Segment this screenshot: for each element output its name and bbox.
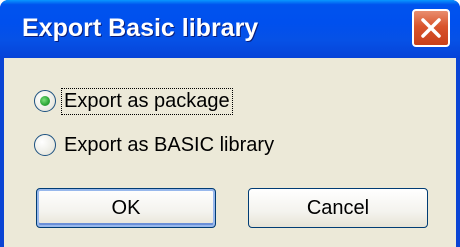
option-export-as-package[interactable]: Export as package [34, 84, 233, 118]
dialog-body: Export as package Export as BASIC librar… [4, 58, 456, 247]
option-export-as-basic-library[interactable]: Export as BASIC library [34, 128, 276, 162]
radio-export-as-basic-library[interactable] [34, 134, 56, 156]
close-button[interactable] [412, 9, 450, 47]
cancel-button[interactable]: Cancel [248, 188, 428, 228]
close-icon [421, 18, 441, 38]
dialog-title: Export Basic library [22, 14, 259, 42]
title-bar[interactable]: Export Basic library [0, 0, 460, 58]
ok-button[interactable]: OK [36, 188, 216, 228]
export-basic-library-dialog: Export Basic library Export as package E… [0, 0, 460, 247]
option-label-package[interactable]: Export as package [61, 87, 233, 115]
radio-export-as-package[interactable] [34, 90, 56, 112]
option-label-basic-library[interactable]: Export as BASIC library [62, 133, 276, 158]
radio-selected-dot [40, 96, 50, 106]
